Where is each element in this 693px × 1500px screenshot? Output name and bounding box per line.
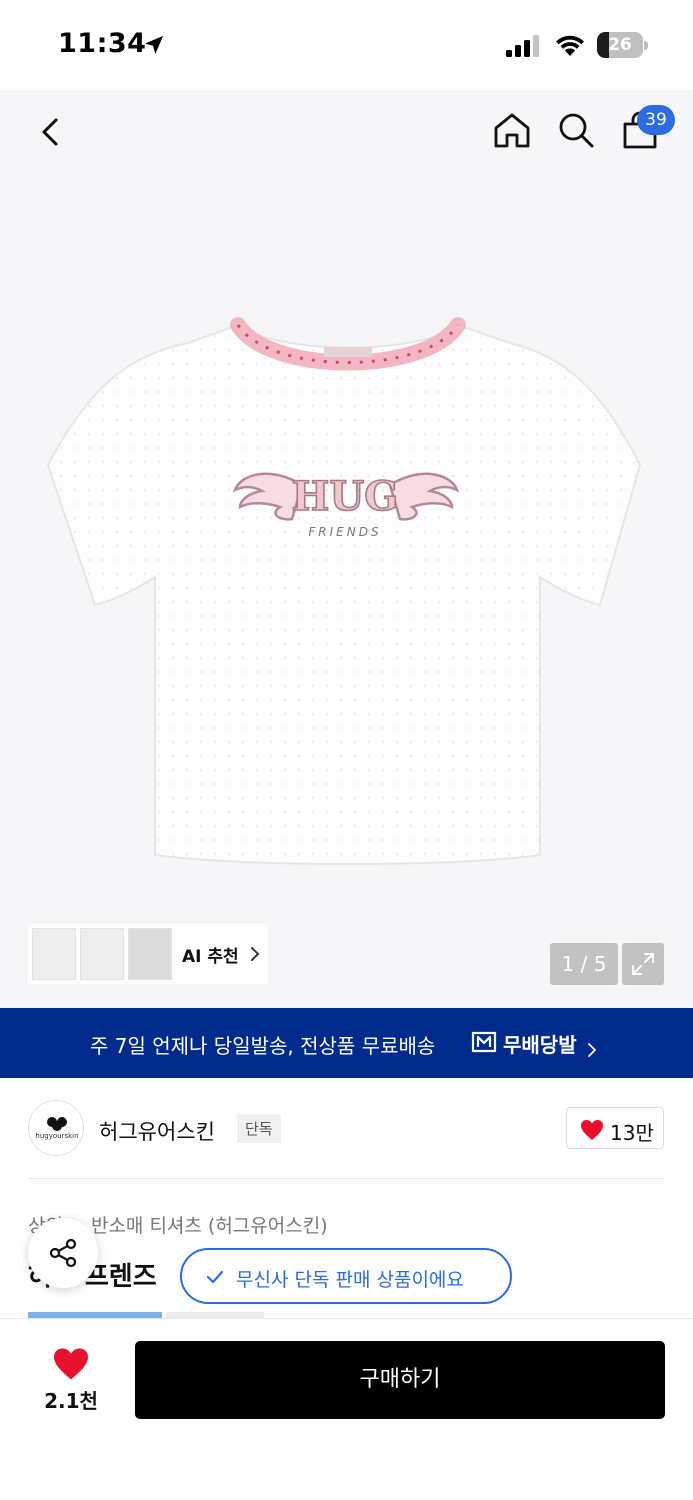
- exclusive-sale-badge[interactable]: 무신사 단독 판매 상품이에요: [180, 1248, 512, 1304]
- wifi-icon: [556, 35, 584, 56]
- chevron-right-icon: [251, 947, 260, 961]
- product-image: HUG FRIENDS: [46, 317, 642, 865]
- brand-like-count: 13만: [610, 1121, 654, 1145]
- wishlist-count: 2.1천: [44, 1389, 98, 1413]
- expand-image-button[interactable]: [622, 943, 664, 985]
- status-time: 11:34: [58, 28, 147, 59]
- brand-logo-text: hugyourskin: [35, 1132, 79, 1140]
- recommend-thumbnail[interactable]: [80, 928, 124, 980]
- heart-icon: [581, 1120, 603, 1140]
- wishlist-heart-icon[interactable]: [52, 1347, 90, 1381]
- exclusive-sale-text: 무신사 단독 판매 상품이에요: [236, 1269, 464, 1291]
- recommend-thumbnail[interactable]: [128, 928, 172, 980]
- recommend-thumbnail[interactable]: [32, 928, 76, 980]
- cellular-signal-icon: [506, 35, 539, 57]
- expand-icon: [632, 953, 654, 975]
- status-bar: 11:34 26: [0, 0, 693, 90]
- location-arrow-icon: [145, 36, 163, 54]
- brand-name[interactable]: 허그유어스킨: [99, 1116, 215, 1146]
- free-shipping-banner[interactable]: 주 7일 언제나 당일발송, 전상품 무료배송 무배당발: [0, 1008, 693, 1078]
- brand-logo-icon: [47, 1117, 67, 1131]
- share-button[interactable]: [28, 1218, 98, 1288]
- buy-button[interactable]: 구매하기: [135, 1341, 665, 1419]
- divider: [28, 1178, 665, 1179]
- battery-icon: 26: [597, 32, 649, 58]
- print-word-text: HUG: [292, 473, 399, 520]
- brand-row[interactable]: hugyourskin 허그유어스킨 단독 13만: [0, 1078, 693, 1178]
- product-image-gallery[interactable]: 39 HUG FRIENDS AI 추천 1 / 5: [0, 90, 693, 1008]
- share-icon: [49, 1238, 77, 1268]
- print-subword-text: FRIENDS: [308, 525, 381, 539]
- chevron-right-icon: [588, 1043, 597, 1057]
- delivery-m-icon: [471, 1031, 497, 1053]
- brand-logo[interactable]: hugyourskin: [28, 1100, 84, 1156]
- search-icon[interactable]: [556, 110, 596, 150]
- battery-level: 26: [608, 35, 632, 55]
- promo-brand-label: 무배당발: [503, 1033, 577, 1057]
- check-icon: [206, 1270, 224, 1284]
- exclusive-tag: 단독: [237, 1114, 281, 1143]
- brand-like-button[interactable]: 13만: [566, 1107, 664, 1149]
- ai-recommend-label: AI 추천: [182, 947, 239, 967]
- cart-count-badge: 39: [637, 105, 675, 135]
- home-icon[interactable]: [492, 110, 532, 150]
- ai-recommend-card[interactable]: AI 추천: [28, 924, 268, 984]
- promo-text: 주 7일 언제나 당일발송, 전상품 무료배송: [90, 1034, 436, 1058]
- back-chevron-icon[interactable]: [30, 112, 70, 152]
- image-page-counter: 1 / 5: [550, 943, 618, 985]
- bottom-action-bar: 2.1천 구매하기: [0, 1318, 693, 1500]
